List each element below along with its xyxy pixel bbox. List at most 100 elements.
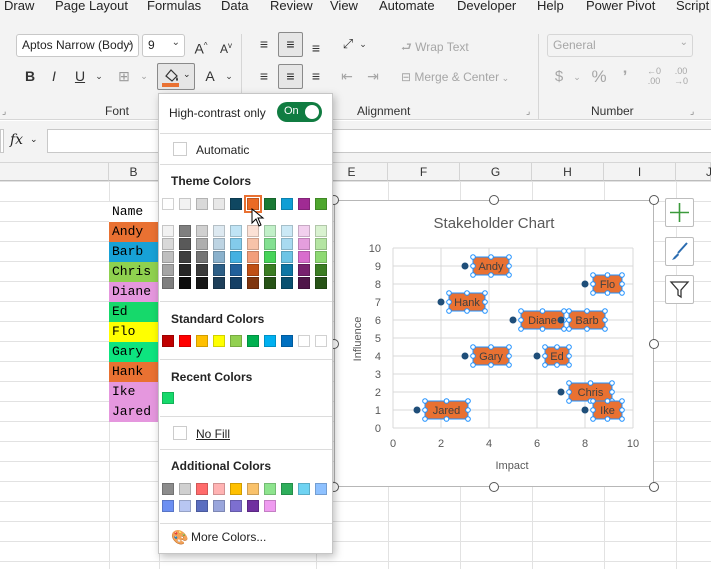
theme-shade-swatch[interactable] (281, 251, 293, 263)
font-size-box[interactable]: 9 ⌄ (142, 34, 185, 57)
additional-color-swatch[interactable] (230, 500, 242, 512)
theme-shade-swatch[interactable] (281, 225, 293, 237)
column-header-g[interactable]: G (460, 163, 532, 181)
formula-input[interactable] (47, 129, 711, 153)
additional-color-swatch[interactable] (247, 483, 259, 495)
chevron-down-icon[interactable]: ⌄ (352, 33, 374, 55)
additional-color-swatch[interactable] (196, 500, 208, 512)
theme-color-swatch[interactable] (196, 198, 208, 210)
standard-color-swatch[interactable] (179, 335, 191, 347)
cell-name[interactable]: Jared (109, 402, 159, 422)
theme-color-swatch[interactable] (281, 198, 293, 210)
dialog-launcher-icon[interactable]: ⌟ (690, 106, 694, 117)
font-name-box[interactable]: Aptos Narrow (Body) ⌄ (16, 34, 139, 57)
chart-filters-button[interactable] (665, 275, 694, 304)
standard-color-swatch[interactable] (230, 335, 242, 347)
theme-shade-swatch[interactable] (230, 277, 242, 289)
theme-shade-swatch[interactable] (230, 225, 242, 237)
column-header-h[interactable]: H (532, 163, 604, 181)
automatic-color-option[interactable]: Automatic (160, 137, 332, 161)
standard-color-swatch[interactable] (264, 335, 276, 347)
tab-draw[interactable]: Draw (4, 0, 34, 13)
theme-shade-swatch[interactable] (264, 264, 276, 276)
additional-color-swatch[interactable] (213, 483, 225, 495)
decrease-font-icon[interactable]: Av (215, 35, 237, 57)
decrease-indent-icon[interactable]: ⇤ (336, 65, 358, 87)
increase-indent-icon[interactable]: ⇥ (362, 65, 384, 87)
additional-color-swatch[interactable] (230, 483, 242, 495)
theme-shade-swatch[interactable] (298, 225, 310, 237)
theme-shade-swatch[interactable] (298, 264, 310, 276)
additional-color-swatch[interactable] (162, 483, 174, 495)
theme-shade-swatch[interactable] (264, 225, 276, 237)
standard-color-swatch[interactable] (247, 335, 259, 347)
cell-name[interactable]: Gary (109, 342, 159, 362)
stakeholder-chart[interactable]: Stakeholder Chart Impact Influence 0 1 2 3 4… (334, 200, 654, 487)
theme-color-swatch[interactable] (315, 198, 327, 210)
theme-color-swatch[interactable] (264, 198, 276, 210)
bold-button[interactable]: B (19, 65, 41, 87)
theme-shade-swatch[interactable] (315, 238, 327, 250)
borders-icon[interactable]: ⊞ (113, 65, 135, 87)
cell-header[interactable]: Name (109, 202, 159, 222)
recent-color-swatch[interactable] (162, 392, 174, 404)
tab-script[interactable]: Script (676, 0, 709, 13)
resize-handle[interactable] (649, 482, 659, 492)
tab-developer[interactable]: Developer (457, 0, 516, 13)
align-center-icon[interactable]: ≡ (278, 64, 303, 89)
tab-power-pivot[interactable]: Power Pivot (586, 0, 655, 13)
resize-handle[interactable] (649, 338, 659, 349)
chart-styles-button[interactable] (665, 237, 694, 266)
align-middle-icon[interactable]: ≡ (278, 32, 303, 57)
tab-data[interactable]: Data (221, 0, 248, 13)
percent-button[interactable]: % (588, 66, 610, 88)
cell-name[interactable]: Ed (109, 302, 159, 322)
theme-shade-swatch[interactable] (213, 277, 225, 289)
theme-color-swatch[interactable] (179, 198, 191, 210)
dialog-launcher-icon[interactable]: ⌟ (2, 106, 6, 117)
tab-automate[interactable]: Automate (379, 0, 435, 13)
fill-color-button[interactable]: ⌄ (157, 63, 195, 90)
theme-color-swatch[interactable] (213, 198, 225, 210)
theme-shade-swatch[interactable] (264, 251, 276, 263)
theme-shade-swatch[interactable] (213, 264, 225, 276)
column-header-b[interactable]: B (109, 163, 159, 181)
theme-shade-swatch[interactable] (179, 264, 191, 276)
theme-shade-swatch[interactable] (298, 238, 310, 250)
y-axis-title[interactable]: Influence (352, 317, 364, 362)
theme-shade-swatch[interactable] (179, 277, 191, 289)
theme-color-swatch[interactable] (298, 198, 310, 210)
theme-shade-swatch[interactable] (247, 277, 259, 289)
column-header-j[interactable]: J (676, 163, 711, 181)
theme-shade-swatch[interactable] (315, 264, 327, 276)
column-header-f[interactable]: F (388, 163, 460, 181)
tab-page-layout[interactable]: Page Layout (55, 0, 128, 13)
additional-color-swatch[interactable] (196, 483, 208, 495)
cell-name[interactable]: Ike (109, 382, 159, 402)
high-contrast-toggle[interactable]: On (277, 102, 322, 122)
standard-color-swatch[interactable] (281, 335, 293, 347)
column-header-i[interactable]: I (604, 163, 676, 181)
theme-shade-swatch[interactable] (281, 264, 293, 276)
theme-shade-swatch[interactable] (247, 251, 259, 263)
theme-shade-swatch[interactable] (162, 264, 174, 276)
comma-style-button[interactable]: ’ (614, 66, 636, 88)
theme-shade-swatch[interactable] (247, 238, 259, 250)
resize-handle[interactable] (489, 195, 499, 205)
theme-shade-swatch[interactable] (213, 225, 225, 237)
standard-color-swatch[interactable] (162, 335, 174, 347)
additional-color-swatch[interactable] (213, 500, 225, 512)
theme-shade-swatch[interactable] (281, 238, 293, 250)
cell-name[interactable]: Barb (109, 242, 159, 262)
theme-shade-swatch[interactable] (230, 238, 242, 250)
theme-shade-swatch[interactable] (196, 238, 208, 250)
cell-name[interactable]: Hank (109, 362, 159, 382)
tab-formulas[interactable]: Formulas (147, 0, 201, 13)
additional-color-swatch[interactable] (281, 483, 293, 495)
additional-color-swatch[interactable] (162, 500, 174, 512)
theme-shade-swatch[interactable] (281, 277, 293, 289)
theme-shade-swatch[interactable] (162, 238, 174, 250)
theme-shade-swatch[interactable] (230, 264, 242, 276)
standard-color-swatch[interactable] (213, 335, 225, 347)
name-box[interactable] (0, 129, 4, 153)
